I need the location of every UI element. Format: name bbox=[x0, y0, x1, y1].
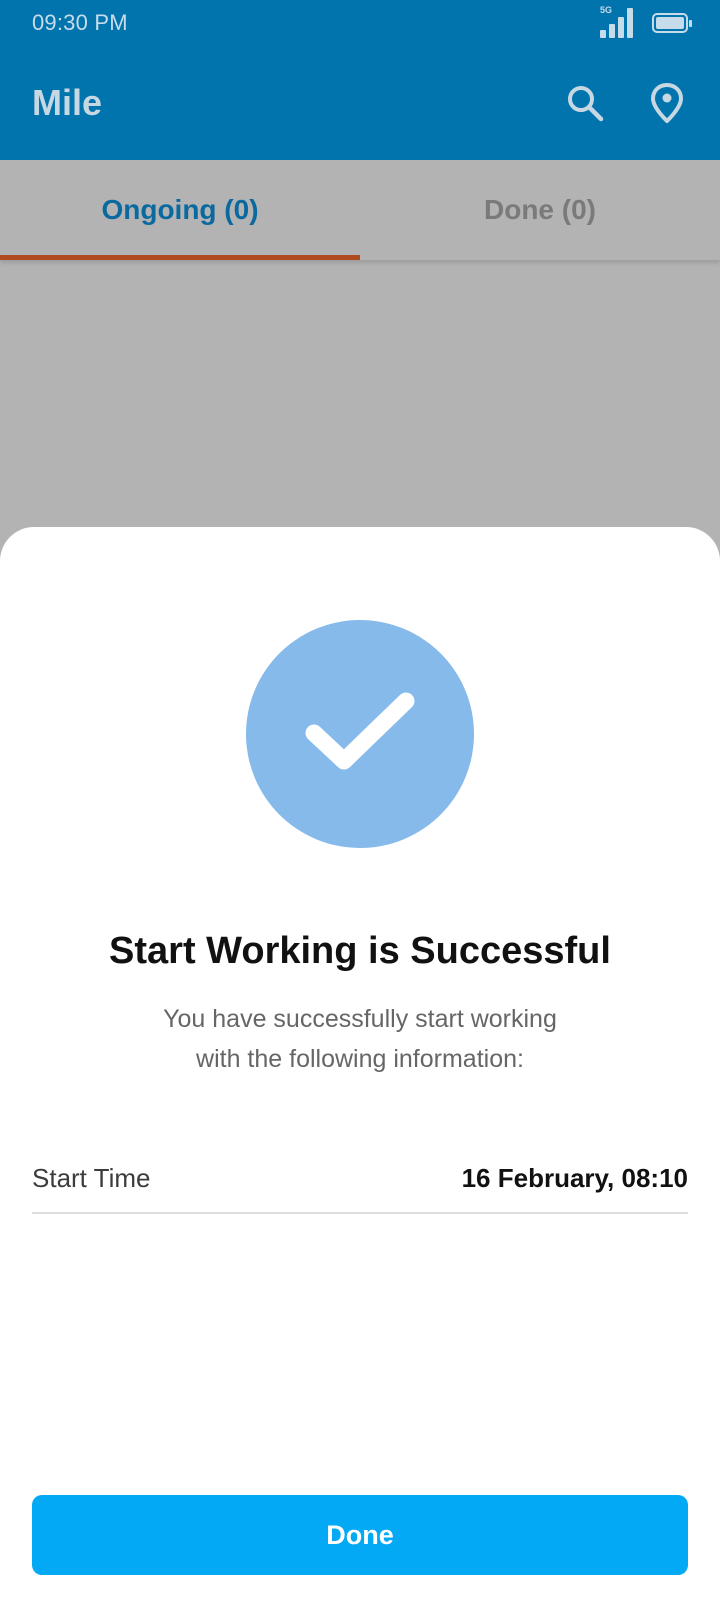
tab-done[interactable]: Done (0) bbox=[360, 160, 720, 260]
start-time-row: Start Time 16 February, 08:10 bbox=[32, 1144, 688, 1214]
app-bar: Mile bbox=[0, 46, 720, 160]
sheet-message-line-2: with the following information: bbox=[196, 1045, 524, 1073]
status-bar: 09:30 PM 5G bbox=[0, 0, 720, 46]
network-type-label: 5G bbox=[600, 5, 613, 15]
checkmark-icon bbox=[305, 692, 415, 770]
success-badge bbox=[246, 620, 474, 848]
search-icon[interactable] bbox=[564, 82, 606, 124]
sheet-message-line-1: You have successfully start working bbox=[163, 1005, 557, 1033]
tab-done-label: Done (0) bbox=[484, 194, 596, 225]
battery-icon bbox=[652, 13, 692, 33]
success-bottom-sheet: Start Working is Successful You have suc… bbox=[0, 527, 720, 1600]
tab-bar: Ongoing (0) Done (0) bbox=[0, 160, 720, 260]
start-time-value: 16 February, 08:10 bbox=[461, 1162, 688, 1193]
app-actions bbox=[564, 82, 688, 124]
tab-ongoing-label: Ongoing (0) bbox=[101, 194, 259, 225]
location-pin-icon[interactable] bbox=[646, 82, 688, 124]
status-time: 09:30 PM bbox=[32, 10, 128, 35]
signal-icon: 5G bbox=[598, 5, 638, 40]
start-time-label: Start Time bbox=[32, 1162, 151, 1193]
sheet-message: You have successfully start working with… bbox=[110, 999, 610, 1079]
app-title: Mile bbox=[32, 82, 103, 123]
done-button[interactable]: Done bbox=[32, 1495, 688, 1575]
sheet-title: Start Working is Successful bbox=[109, 930, 611, 972]
tab-ongoing[interactable]: Ongoing (0) bbox=[0, 160, 360, 260]
tab-active-indicator bbox=[0, 255, 360, 260]
status-icons: 5G bbox=[598, 5, 692, 40]
